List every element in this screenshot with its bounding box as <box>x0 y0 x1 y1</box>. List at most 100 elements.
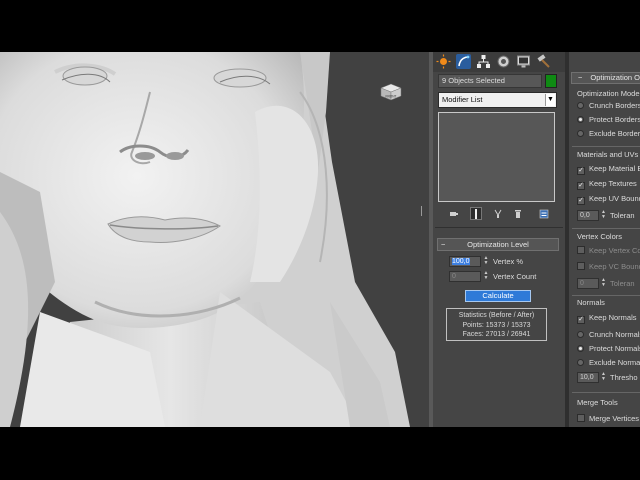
optimization-options-rollout-header[interactable]: − Optimization O <box>571 72 640 84</box>
spinner-arrows-icon[interactable]: ▲ ▼ <box>483 256 489 267</box>
viewport-render <box>0 52 410 427</box>
spinner-arrows-icon[interactable]: ▲ ▼ <box>601 210 606 220</box>
spinner-arrows-icon[interactable]: ▲ ▼ <box>601 372 606 382</box>
text-cursor-icon <box>421 206 424 216</box>
merge-tools-label: Merge Tools <box>577 398 618 407</box>
checkbox-icon[interactable] <box>577 414 585 422</box>
calculate-button[interactable]: Calculate <box>465 290 531 302</box>
checkbox-checked-icon[interactable]: ✓ <box>577 316 585 324</box>
protect-borders-option[interactable]: Protect Borders <box>577 114 640 125</box>
uv-tolerance-input[interactable]: 0,0 <box>577 210 599 221</box>
statistics-title: Statistics (Before / After) <box>458 312 535 319</box>
perspective-viewport[interactable]: FRONT <box>0 52 430 427</box>
keep-material-option[interactable]: ✓ Keep Material B <box>577 163 640 175</box>
vc-tolerance-label: Toleran <box>610 279 635 288</box>
vc-tolerance-input[interactable]: 0 <box>577 278 599 289</box>
hierarchy-tab-hierarchy-icon[interactable] <box>476 54 491 69</box>
statistics-points: Points: 15373 / 15373 <box>462 321 531 329</box>
modifier-list-label: Modifier List <box>442 95 483 104</box>
merge-vertices-option[interactable]: Merge Vertices <box>577 413 639 424</box>
crunch-borders-option[interactable]: Crunch Borders <box>577 100 640 111</box>
checkbox-checked-icon[interactable]: ✓ <box>577 182 585 190</box>
statistics-faces: Faces: 27013 / 26941 <box>462 331 531 338</box>
vertex-percent-input[interactable]: 100,0 <box>449 256 481 267</box>
merge-vertices-label: Merge Vertices <box>589 414 640 423</box>
modify-tab-curve-icon[interactable] <box>456 54 471 69</box>
keep-normals-option[interactable]: ✓ Keep Normals <box>577 312 637 324</box>
panel-divider <box>435 227 563 228</box>
normals-label: Normals <box>577 298 605 307</box>
command-panel: 9 Objects Selected Modifier List ▼ − Opt… <box>433 52 565 427</box>
vertex-percent-spinner: 100,0 ▲ ▼ Vertex % <box>449 256 557 268</box>
protect-normals-option[interactable]: Protect Normals <box>577 343 640 354</box>
crunch-borders-label: Crunch Borders <box>589 101 640 110</box>
optimization-level-rollout: − Optimization Level 100,0 ▲ ▼ Vertex % 0… <box>437 238 559 358</box>
checkbox-icon[interactable] <box>577 246 585 254</box>
normals-threshold-spinner: 10,0 ▲ ▼ Thresho <box>577 372 640 383</box>
utilities-tab-hammer-icon[interactable] <box>536 54 551 69</box>
keep-uv-label: Keep UV Bound <box>589 194 640 203</box>
radio-selected-icon[interactable] <box>577 345 584 352</box>
viewcube-icon[interactable]: FRONT <box>378 82 404 102</box>
statistics-box: Statistics (Before / After) Points: 1537… <box>446 308 547 341</box>
normals-threshold-label: Thresho <box>610 373 638 382</box>
radio-icon[interactable] <box>577 331 584 338</box>
vertex-percent-label: Vertex % <box>493 257 524 266</box>
normals-threshold-input[interactable]: 10,0 <box>577 372 599 383</box>
materials-uvs-label: Materials and UVs <box>577 150 639 159</box>
radio-icon[interactable] <box>577 102 584 109</box>
checkbox-checked-icon[interactable]: ✓ <box>577 197 585 205</box>
keep-vc-bound-option[interactable]: Keep VC Bound <box>577 261 640 272</box>
modifier-stack-toolbar <box>438 207 558 221</box>
vc-tolerance-spinner: 0 ▲ ▼ Toleran <box>577 278 640 289</box>
radio-icon[interactable] <box>577 130 584 137</box>
checkbox-checked-icon[interactable]: ✓ <box>577 167 585 175</box>
keep-textures-option[interactable]: ✓ Keep Textures <box>577 178 637 190</box>
exclude-normals-option[interactable]: Exclude Normals <box>577 357 640 368</box>
vertex-percent-value: 100,0 <box>452 258 470 265</box>
show-end-result-icon[interactable] <box>470 207 482 220</box>
modifier-stack-list[interactable] <box>438 112 555 202</box>
optimization-level-title: Optimization Level <box>467 240 529 249</box>
protect-borders-label: Protect Borders <box>589 115 640 124</box>
optimization-level-rollout-header[interactable]: − Optimization Level <box>437 238 559 251</box>
collapse-icon: − <box>441 240 446 249</box>
exclude-borders-option[interactable]: Exclude Borders <box>577 128 640 139</box>
vertex-colors-label: Vertex Colors <box>577 232 623 241</box>
optimization-options-panel: − Optimization O Optimization Mode Crunch… <box>569 52 640 427</box>
chevron-down-icon[interactable]: ▼ <box>545 94 555 106</box>
svg-text:FRONT: FRONT <box>386 95 397 99</box>
selection-name-field[interactable]: 9 Objects Selected <box>438 74 542 88</box>
checkbox-icon[interactable] <box>577 262 585 270</box>
vertex-count-spinner: 0 ▲ ▼ Vertex Count <box>449 271 557 283</box>
modifier-list-dropdown[interactable]: Modifier List ▼ <box>438 92 557 108</box>
remove-modifier-icon[interactable] <box>512 207 524 220</box>
group-divider <box>572 146 640 147</box>
uv-tolerance-label: Toleran <box>610 211 635 220</box>
keep-material-label: Keep Material B <box>589 164 640 173</box>
keep-vertex-colors-label: Keep Vertex Co <box>589 246 640 255</box>
crunch-normals-option[interactable]: Crunch Normals <box>577 329 640 340</box>
keep-textures-label: Keep Textures <box>589 179 637 188</box>
exclude-normals-label: Exclude Normals <box>589 358 640 367</box>
make-unique-icon[interactable] <box>492 207 504 220</box>
group-divider <box>572 392 640 393</box>
radio-selected-icon[interactable] <box>577 116 584 123</box>
protect-normals-label: Protect Normals <box>589 344 640 353</box>
optimization-options-title: Optimization O <box>590 73 640 82</box>
spinner-arrows-icon[interactable]: ▲ ▼ <box>601 278 606 288</box>
create-tab-sun-icon[interactable] <box>436 54 451 69</box>
pin-stack-icon[interactable] <box>448 207 460 220</box>
keep-vertex-colors-option[interactable]: Keep Vertex Co <box>577 245 640 256</box>
object-color-swatch[interactable] <box>545 74 557 88</box>
letterbox-top <box>0 0 640 52</box>
configure-modifier-sets-icon[interactable] <box>538 207 550 220</box>
motion-tab-motion-icon[interactable] <box>496 54 511 69</box>
display-tab-monitor-icon[interactable] <box>516 54 531 69</box>
keep-uv-option[interactable]: ✓ Keep UV Bound <box>577 193 640 205</box>
collapse-icon: − <box>578 73 583 82</box>
radio-icon[interactable] <box>577 359 584 366</box>
crunch-normals-label: Crunch Normals <box>589 330 640 339</box>
vertex-count-input[interactable]: 0 <box>449 271 481 282</box>
spinner-arrows-icon[interactable]: ▲ ▼ <box>483 271 489 282</box>
